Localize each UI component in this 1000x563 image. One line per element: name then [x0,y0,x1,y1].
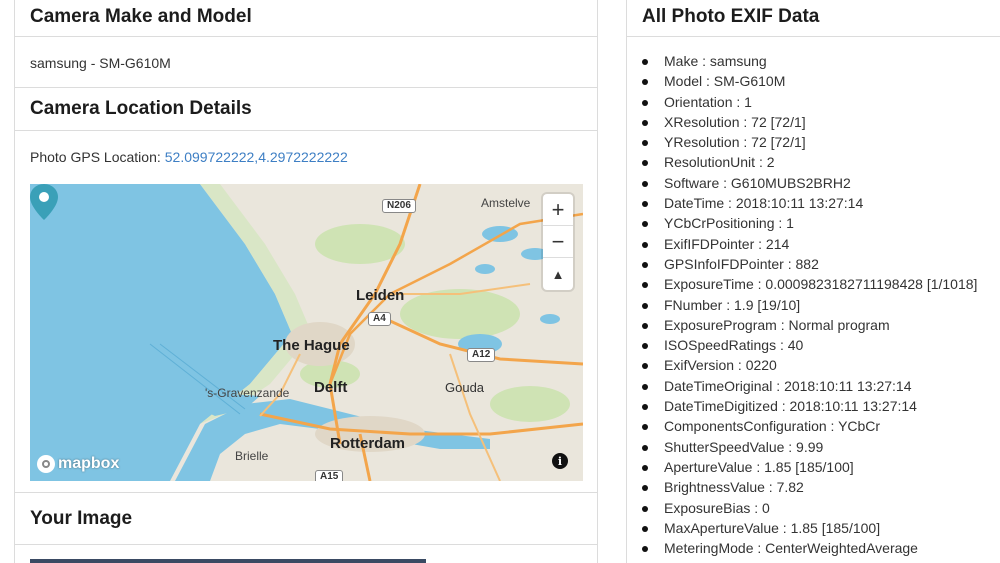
exif-list-item: BrightnessValue : 7.82 [642,477,1000,497]
exif-list-item: DateTime : 2018:10:11 13:27:14 [642,193,1000,213]
map-label-delft: Delft [314,379,348,396]
road-shield-n206: N206 [382,199,416,213]
camera-make-value: samsung - SM-G610M [30,54,171,71]
location-map[interactable]: Amstelve Leiden The Hague Delft 's-Grave… [30,184,583,481]
gps-location-label: Photo GPS Location: [30,149,161,165]
mapbox-logo-text: mapbox [58,455,120,472]
exif-data-list: Make : samsung Model : SM-G610M Orientatio… [627,37,1000,558]
map-label-brielle: Brielle [235,449,269,463]
info-icon[interactable]: i [552,453,568,469]
exif-list-item: Make : samsung [642,51,1000,71]
road-shield-a4: A4 [368,312,391,326]
exif-list-item: DateTimeOriginal : 2018:10:11 13:27:14 [642,376,1000,396]
exif-list-item: ISOSpeedRatings : 40 [642,335,1000,355]
left-column: Camera Make and Model samsung - SM-G610M… [14,0,598,563]
map-label-gravenzande: 's-Gravenzande [205,386,290,400]
exif-list-item: YResolution : 72 [72/1] [642,132,1000,152]
camera-location-title: Camera Location Details [15,88,597,131]
right-column: All Photo EXIF Data Make : samsung Model … [626,0,1000,563]
exif-list-item: ExifVersion : 0220 [642,355,1000,375]
exif-list-item: Model : SM-G610M [642,71,1000,91]
road-shield-a12: A12 [467,348,496,362]
location-pin-icon[interactable] [30,184,58,220]
exif-list-item: Software : G610MUBS2BRH2 [642,173,1000,193]
zoom-in-button[interactable]: + [543,194,573,226]
exif-list-item: Orientation : 1 [642,92,1000,112]
exif-list-item: ShutterSpeedValue : 9.99 [642,437,1000,457]
exif-list-item: ApertureValue : 1.85 [185/100] [642,457,1000,477]
mapbox-logo[interactable]: mapbox [37,455,119,473]
gps-location-line: Photo GPS Location: 52.099722222,4.29722… [15,131,597,183]
mapbox-logo-icon [37,455,55,473]
exif-list-item: XResolution : 72 [72/1] [642,112,1000,132]
camera-make-card: Camera Make and Model samsung - SM-G610M [14,0,598,88]
road-shield-a15: A15 [315,470,344,481]
your-image-title: Your Image [15,493,597,545]
gps-location-link[interactable]: 52.099722222,4.2972222222 [165,149,348,165]
camera-make-title: Camera Make and Model [15,0,597,37]
camera-location-card: Camera Location Details Photo GPS Locati… [14,87,598,493]
map-label-amstelveen: Amstelve [481,196,531,210]
map-label-leiden: Leiden [356,287,405,304]
exif-data-card: All Photo EXIF Data Make : samsung Model … [626,0,1000,563]
map-canvas [30,184,583,481]
exif-list-item: MaxApertureValue : 1.85 [185/100] [642,518,1000,538]
zoom-out-button[interactable]: − [543,226,573,258]
your-image-card: Your Image [14,492,598,563]
exif-list-item: ExposureTime : 0.0009823182711198428 [1/… [642,274,1000,294]
exif-data-title: All Photo EXIF Data [627,0,1000,37]
exif-list-item: GPSInfoIFDPointer : 882 [642,254,1000,274]
exif-list-item: MeteringMode : CenterWeightedAverage [642,538,1000,558]
exif-list-item: FNumber : 1.9 [19/10] [642,295,1000,315]
exif-list-item: ExposureBias : 0 [642,498,1000,518]
exif-list-item: ComponentsConfiguration : YCbCr [642,416,1000,436]
map-label-gouda: Gouda [445,380,485,395]
map-label-rotterdam: Rotterdam [330,435,406,452]
compass-button[interactable]: ▲ [543,258,573,290]
exif-list-item: DateTimeDigitized : 2018:10:11 13:27:14 [642,396,1000,416]
exif-list-item: ExposureProgram : Normal program [642,315,1000,335]
uploaded-image-thumbnail [30,559,426,563]
exif-list-item: YCbCrPositioning : 1 [642,213,1000,233]
map-label-the-hague: The Hague [273,337,350,354]
exif-list-item: ExifIFDPointer : 214 [642,234,1000,254]
exif-list-item: ResolutionUnit : 2 [642,152,1000,172]
map-zoom-control: + − ▲ [543,194,573,290]
